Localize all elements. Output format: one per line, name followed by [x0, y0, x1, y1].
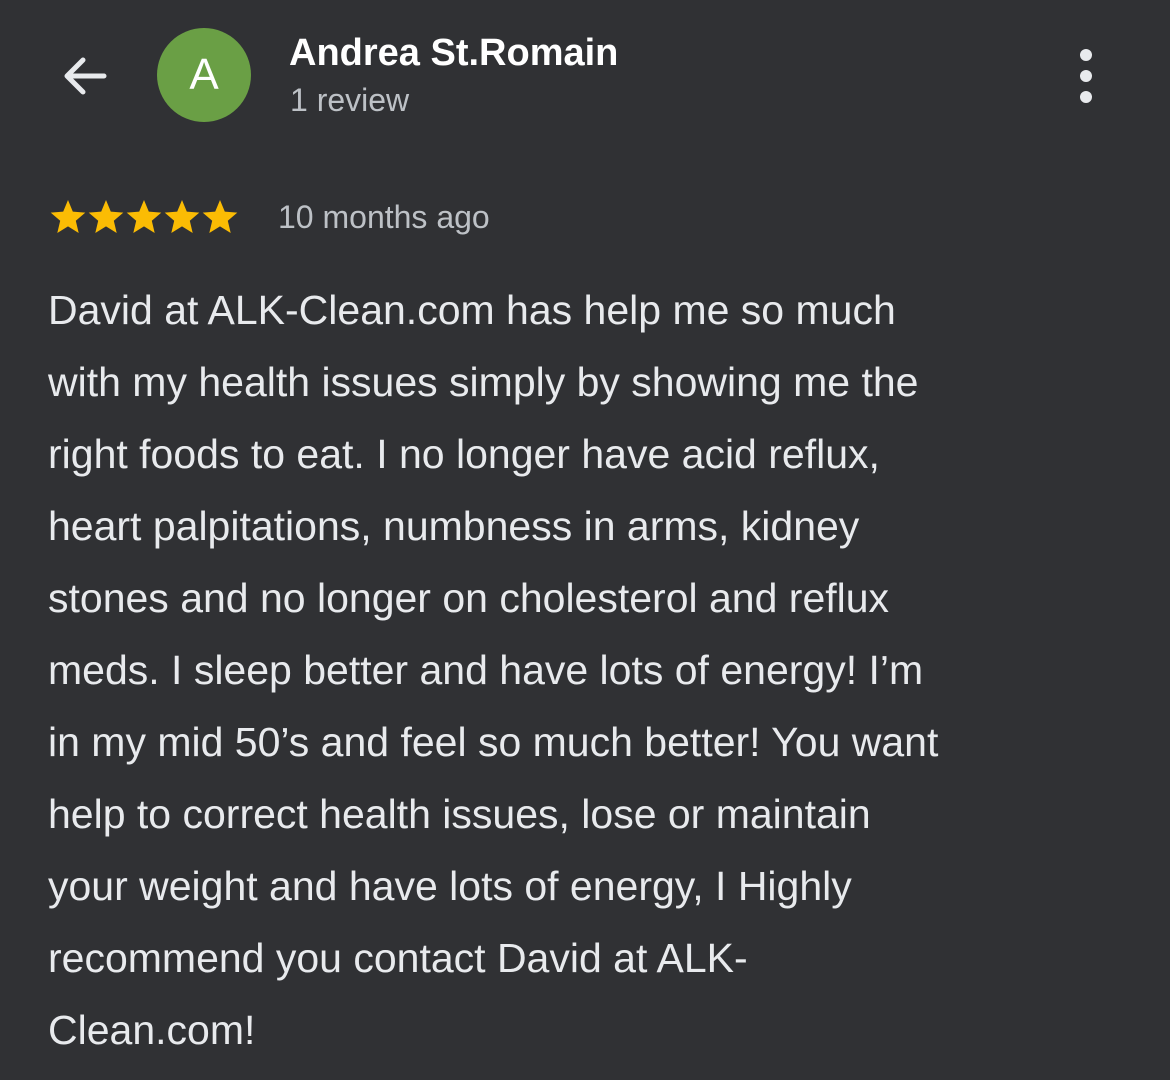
review-time: 10 months ago — [278, 199, 490, 235]
review-text-line: right foods to eat. I no longer have aci… — [48, 431, 880, 477]
back-button[interactable] — [52, 46, 116, 106]
review-text: David at ALK-Clean.com has help me so mu… — [48, 274, 1128, 1066]
review-text-line: help to correct health issues, lose or m… — [48, 791, 871, 837]
more-options-button[interactable] — [1062, 44, 1110, 108]
review-text-line: heart palpitations, numbness in arms, ki… — [48, 503, 860, 549]
star-icon — [163, 198, 201, 236]
star-icon — [87, 198, 125, 236]
more-vert-icon — [1080, 49, 1092, 61]
review-count: 1 review — [290, 82, 410, 118]
review-text-line: stones and no longer on cholesterol and … — [48, 575, 890, 621]
more-vert-icon-dot — [1080, 70, 1092, 82]
review-text-line: in my mid 50’s and feel so much better! … — [48, 719, 939, 765]
review-text-line: meds. I sleep better and have lots of en… — [48, 647, 924, 693]
star-rating — [49, 196, 239, 238]
more-vert-icon-dot — [1080, 91, 1092, 103]
avatar-letter: A — [189, 50, 219, 99]
star-icon — [49, 198, 87, 236]
review-text-line: your weight and have lots of energy, I H… — [48, 863, 852, 909]
star-icon — [201, 198, 239, 236]
review-text-line: with my health issues simply by showing … — [48, 359, 919, 405]
review-text-line: recommend you contact David at ALK- — [48, 935, 748, 981]
review-text-line: David at ALK-Clean.com has help me so mu… — [48, 287, 896, 333]
arrow-back-icon — [58, 50, 110, 102]
avatar[interactable]: A — [157, 28, 251, 122]
star-icon — [125, 198, 163, 236]
reviewer-name[interactable]: Andrea St.Romain — [289, 30, 618, 76]
review-text-line: Clean.com! — [48, 1007, 256, 1053]
